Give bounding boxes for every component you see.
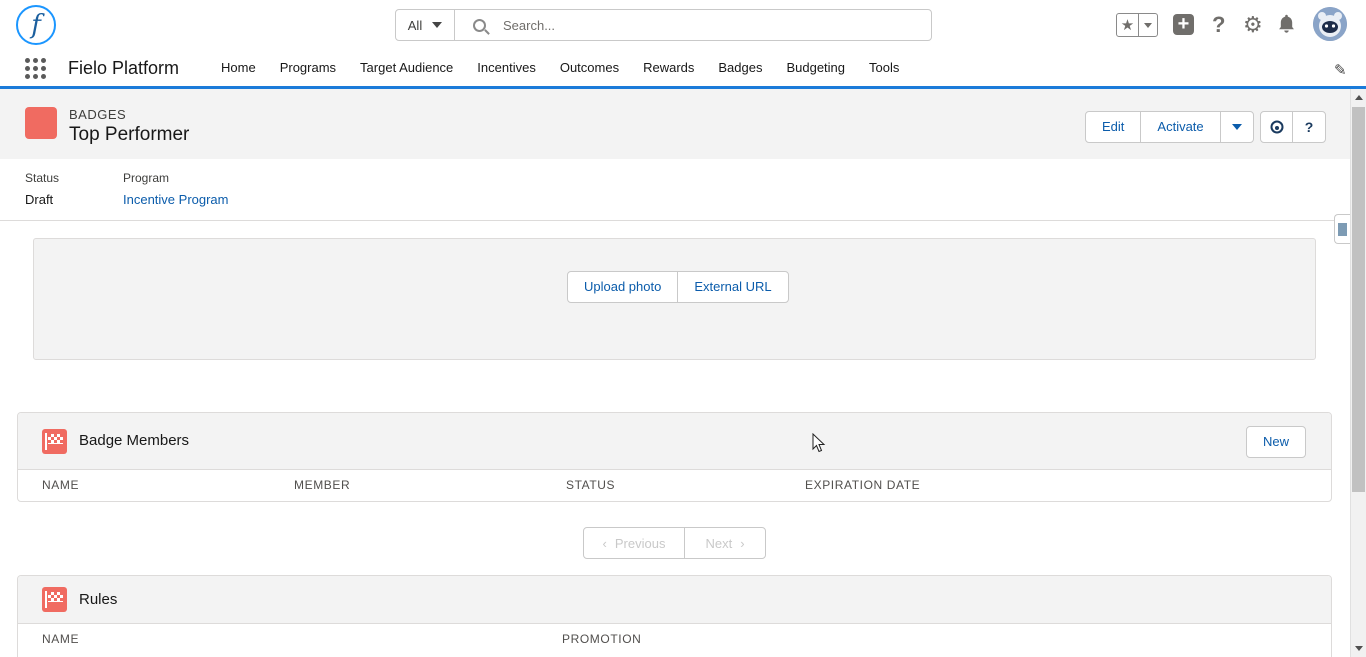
badge-members-header: Badge Members New [18,413,1331,470]
avatar-astro-icon [1313,7,1347,41]
record-page: BADGES Top Performer Edit Activate ? Sta… [0,89,1350,657]
next-label: Next [705,535,733,551]
record-actions: Edit Activate [1085,111,1254,143]
nav-item-tools[interactable]: Tools [857,50,911,86]
flag-icon [42,587,67,612]
mouse-cursor-icon [812,433,826,453]
program-field: Program Incentive Program [123,171,229,207]
search-input-box [455,10,931,40]
column-header-expiration-date[interactable]: EXPIRATION DATE [805,478,920,492]
gear-icon[interactable]: ⚙ [1243,13,1263,37]
badge-members-card: Badge Members New NAME MEMBER STATUS EXP… [17,412,1332,502]
column-header-status[interactable]: STATUS [566,478,615,492]
next-button[interactable]: Next › [685,528,765,558]
rules-table-header: NAME PROMOTION [18,624,1331,656]
column-header-promotion[interactable]: PROMOTION [562,632,641,646]
upload-photo-button[interactable]: Upload photo [568,272,679,302]
status-field: Status Draft [25,171,59,207]
chevron-down-icon [1231,124,1242,130]
rules-card: Rules NAME PROMOTION [17,575,1332,657]
favorites-control: ★ [1116,13,1158,37]
rules-header: Rules [18,576,1331,624]
previous-button[interactable]: ‹ Previous [584,528,685,558]
nav-item-programs[interactable]: Programs [268,50,348,86]
record-title: Top Performer [69,124,190,145]
help-button[interactable]: ? [1293,112,1325,142]
status-value: Draft [25,192,54,207]
record-object-type: BADGES [69,107,127,122]
search-scope-dropdown[interactable]: All [396,10,455,40]
scrollbar-thumb[interactable] [1352,107,1365,492]
nav-item-outcomes[interactable]: Outcomes [548,50,631,86]
nav-item-rewards[interactable]: Rewards [631,50,706,86]
collapse-panel-toggle[interactable] [1334,214,1350,244]
search-input[interactable] [503,17,903,33]
scroll-up-arrow-icon[interactable] [1355,95,1363,100]
badge-members-title: Badge Members [79,432,190,449]
record-highlights: Status Draft Program Incentive Program [0,159,1350,221]
photo-actions: Upload photo External URL [567,271,789,303]
global-header: f All ★ + ? ⚙ [0,0,1366,50]
scroll-down-arrow-icon[interactable] [1355,646,1363,651]
user-avatar[interactable] [1313,7,1347,41]
notifications-bell-icon[interactable] [1276,13,1297,34]
logo-letter: f [31,10,41,40]
nav-item-budgeting[interactable]: Budgeting [774,50,857,86]
badge-photo-area: Upload photo External URL [33,238,1316,360]
record-utility-actions: ? [1260,111,1326,143]
chevron-left-icon: ‹ [602,535,607,551]
search-scope-label: All [407,17,423,33]
help-icon[interactable]: ? [1212,12,1225,38]
flag-icon [42,429,67,454]
badge-members-pager: ‹ Previous Next › [583,527,766,559]
column-header-name[interactable]: NAME [42,632,79,646]
chevron-right-icon: › [740,535,745,551]
previous-label: Previous [614,535,666,551]
nav-item-target-audience[interactable]: Target Audience [348,50,465,86]
nav-item-incentives[interactable]: Incentives [465,50,548,86]
activate-button[interactable]: Activate [1141,112,1221,142]
fielo-logo[interactable]: f [16,5,56,45]
external-url-button[interactable]: External URL [678,272,787,302]
life-ring-icon [1270,120,1283,134]
edit-nav-pencil-icon[interactable]: ✎ [1334,61,1347,79]
chevron-down-icon [432,22,443,28]
chevron-down-icon [1144,22,1152,28]
new-badge-member-button[interactable]: New [1245,426,1306,458]
more-actions-button[interactable] [1221,112,1253,142]
global-search: All [395,9,932,41]
guide-button[interactable] [1261,112,1293,142]
page-scrollbar[interactable] [1350,89,1366,657]
record-header: BADGES Top Performer Edit Activate ? [0,89,1350,159]
column-header-name[interactable]: NAME [42,478,79,492]
nav-item-badges[interactable]: Badges [706,50,774,86]
badge-members-table-header: NAME MEMBER STATUS EXPIRATION DATE [18,470,1331,501]
nav-item-home[interactable]: Home [209,50,268,86]
program-label: Program [123,171,170,185]
favorites-list-button[interactable] [1139,14,1157,36]
program-link[interactable]: Incentive Program [123,192,229,207]
status-label: Status [25,171,60,185]
column-header-member[interactable]: MEMBER [294,478,350,492]
badge-record-icon [25,107,57,139]
rules-title: Rules [79,591,118,608]
app-name: Fielo Platform [68,58,180,78]
favorites-star-icon[interactable]: ★ [1117,14,1139,36]
search-icon [473,18,486,32]
global-actions-plus-icon[interactable]: + [1173,14,1194,35]
app-navigation-bar: Fielo Platform Home Programs Target Audi… [0,50,1366,89]
nav-items: Home Programs Target Audience Incentives… [209,50,911,86]
app-launcher-icon[interactable] [25,58,46,79]
edit-button[interactable]: Edit [1086,112,1142,142]
collapse-arrow-icon [1338,223,1347,236]
